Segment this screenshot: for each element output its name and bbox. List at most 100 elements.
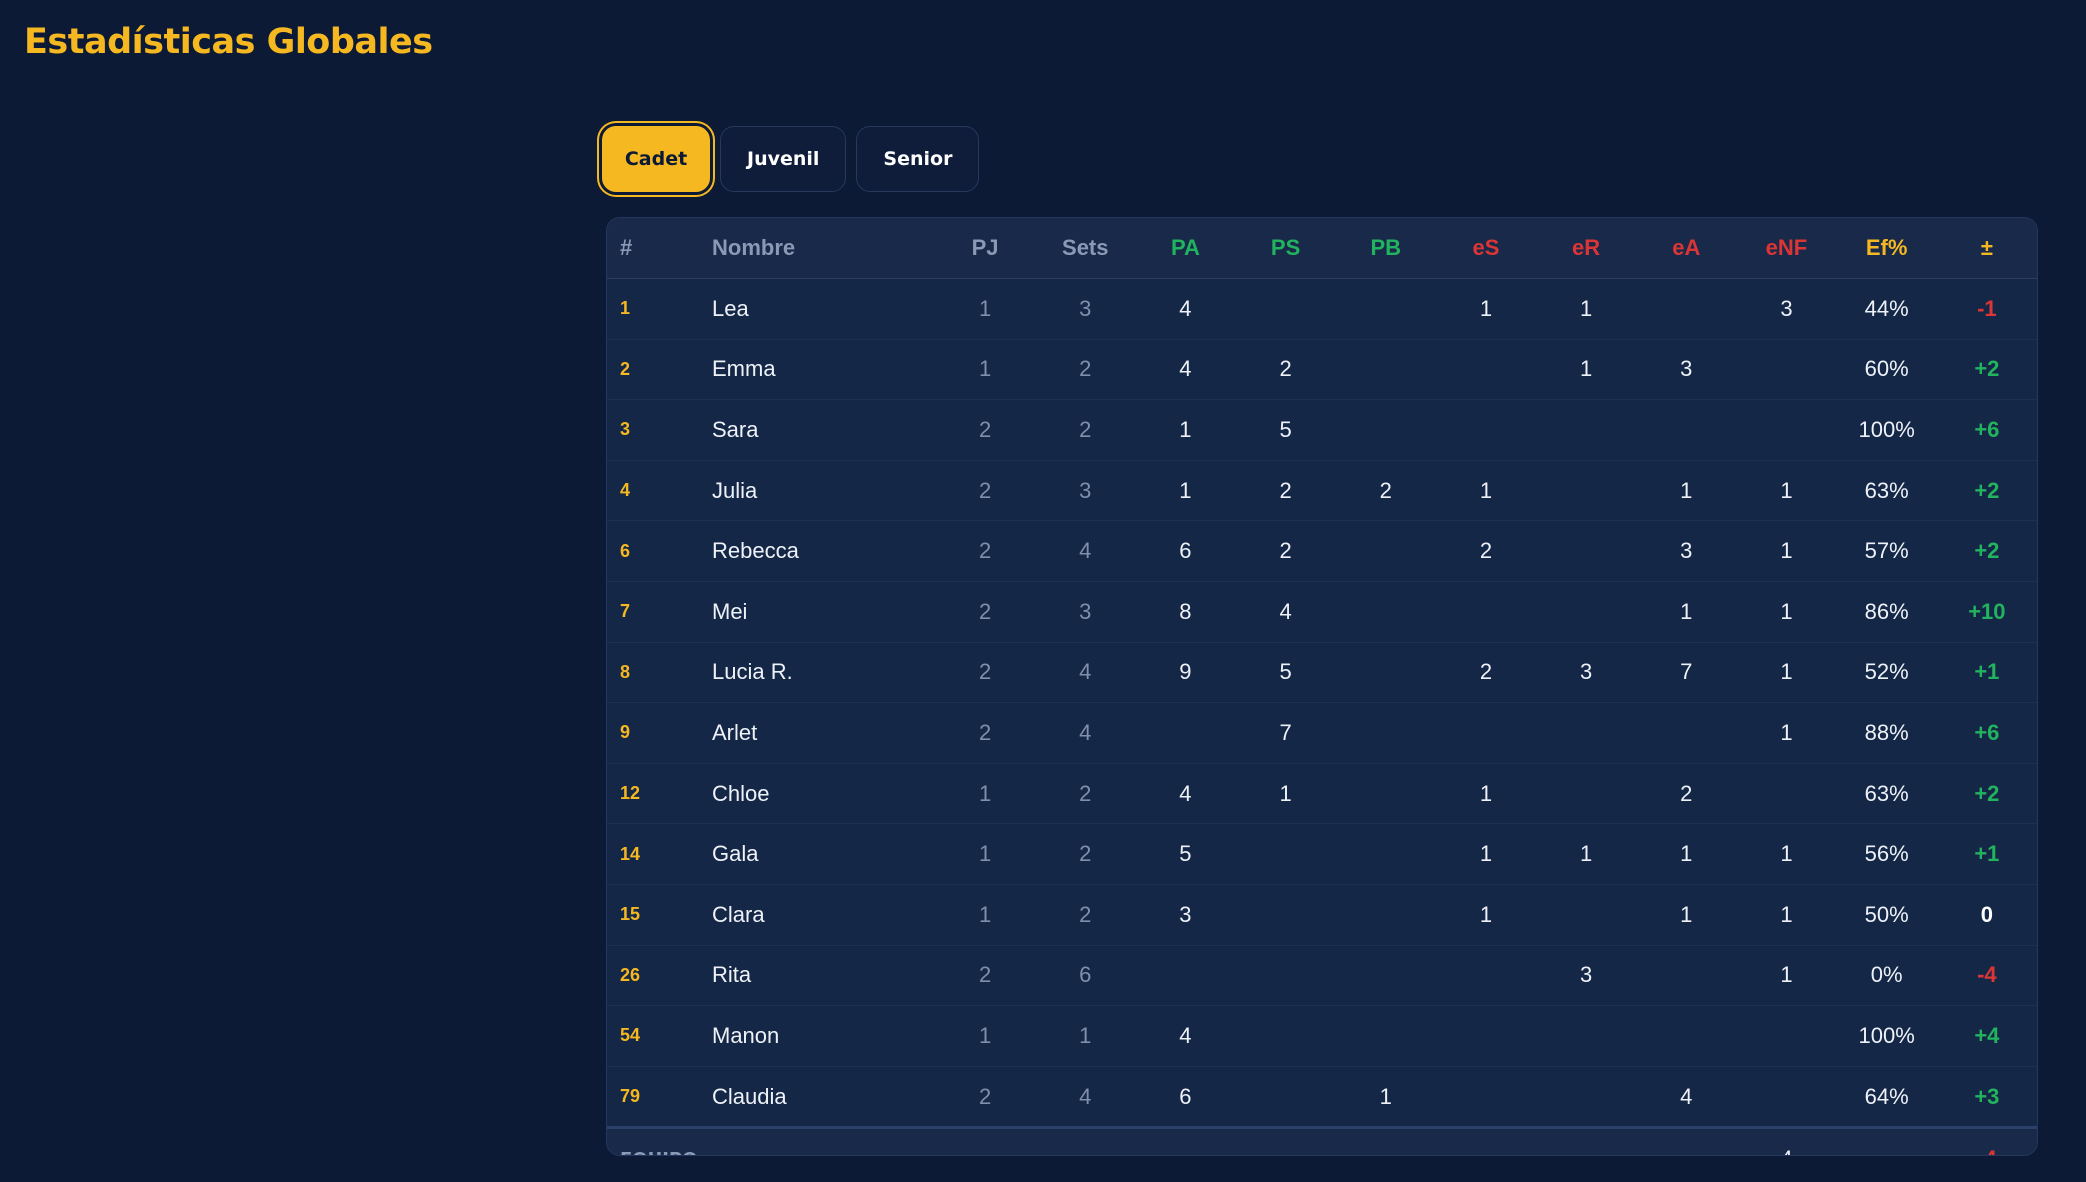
tab-senior[interactable]: Senior: [856, 126, 980, 192]
player-name: Emma: [712, 339, 935, 401]
cell-ps: 5: [1235, 399, 1336, 461]
table-row[interactable]: 6 Rebecca 2 4 6 2 2 3 1 57% +2: [607, 520, 2037, 582]
cell-sets: 6: [1035, 945, 1136, 1007]
cell-efficiency: 88%: [1836, 702, 1937, 764]
cell-er: 1: [1536, 823, 1637, 885]
team-cell: [935, 1126, 1036, 1155]
cell-es: 1: [1435, 823, 1537, 885]
col-header-es[interactable]: eS: [1435, 218, 1537, 279]
col-header-pb[interactable]: PB: [1335, 218, 1436, 279]
team-label: EQUIPO: [607, 1126, 712, 1155]
cell-efficiency: 63%: [1836, 460, 1937, 522]
cell-es: 2: [1435, 520, 1537, 582]
cell-ea: [1636, 945, 1737, 1007]
cell-pb: [1335, 339, 1436, 401]
cell-ps: [1235, 1066, 1336, 1129]
cell-ea: 1: [1636, 823, 1737, 885]
player-number: 12: [607, 763, 712, 825]
cell-pj: 2: [935, 520, 1036, 582]
cell-enf: 1: [1736, 581, 1837, 643]
cell-ps: 2: [1235, 460, 1336, 522]
team-cell: [1135, 1126, 1236, 1155]
cell-pa: 3: [1135, 884, 1236, 946]
cell-enf: [1736, 339, 1837, 401]
player-name: Arlet: [712, 702, 935, 764]
cell-efficiency: 56%: [1836, 823, 1937, 885]
player-name: Lucia R.: [712, 642, 935, 704]
cell-ps: [1235, 823, 1336, 885]
cell-pb: [1335, 884, 1436, 946]
cell-er: [1536, 763, 1637, 825]
cell-sets: 2: [1035, 763, 1136, 825]
cell-efficiency: 64%: [1836, 1066, 1937, 1129]
cell-ps: 2: [1235, 339, 1336, 401]
player-number: 3: [607, 399, 712, 461]
tab-cadet[interactable]: Cadet: [602, 126, 710, 192]
col-header-pa[interactable]: PA: [1135, 218, 1236, 279]
cell-ea: 7: [1636, 642, 1737, 704]
table-row[interactable]: 7 Mei 2 3 8 4 1 1 86% +10: [607, 581, 2037, 643]
table-row[interactable]: 15 Clara 1 2 3 1 1 1 50% 0: [607, 884, 2037, 946]
col-header-enf[interactable]: eNF: [1736, 218, 1837, 279]
cell-pa: 4: [1135, 278, 1236, 340]
cell-plus-minus: +2: [1936, 339, 2037, 401]
cell-sets: 4: [1035, 1066, 1136, 1129]
player-number: 15: [607, 884, 712, 946]
player-number: 1: [607, 278, 712, 340]
table-row[interactable]: 14 Gala 1 2 5 1 1 1 1 56% +1: [607, 823, 2037, 885]
cell-pa: 4: [1135, 339, 1236, 401]
col-header-ps[interactable]: PS: [1235, 218, 1336, 279]
table-row[interactable]: 2 Emma 1 2 4 2 1 3 60% +2: [607, 339, 2037, 401]
team-total-row: EQUIPO 4 -4: [607, 1126, 2037, 1155]
cell-es: 1: [1435, 278, 1537, 340]
player-number: 6: [607, 520, 712, 582]
cell-er: 1: [1536, 278, 1637, 340]
cell-efficiency: 57%: [1836, 520, 1937, 582]
cell-ea: [1636, 1005, 1737, 1067]
table-row[interactable]: 9 Arlet 2 4 7 1 88% +6: [607, 702, 2037, 764]
cell-pj: 1: [935, 278, 1036, 340]
cell-ps: 5: [1235, 642, 1336, 704]
table-row[interactable]: 79 Claudia 2 4 6 1 4 64% +3: [607, 1066, 2037, 1129]
player-name: Chloe: [712, 763, 935, 825]
cell-es: 2: [1435, 642, 1537, 704]
col-header-ea[interactable]: eA: [1636, 218, 1737, 279]
cell-sets: 2: [1035, 339, 1136, 401]
table-row[interactable]: 3 Sara 2 2 1 5 100% +6: [607, 399, 2037, 461]
tab-juvenil[interactable]: Juvenil: [720, 126, 847, 192]
table-row[interactable]: 8 Lucia R. 2 4 9 5 2 3 7 1 52% +1: [607, 642, 2037, 704]
col-header-pj[interactable]: PJ: [935, 218, 1036, 279]
table-row[interactable]: 4 Julia 2 3 1 2 2 1 1 1 63% +2: [607, 460, 2037, 522]
col-header-er[interactable]: eR: [1536, 218, 1637, 279]
table-row[interactable]: 54 Manon 1 1 4 100% +4: [607, 1005, 2037, 1067]
cell-pb: [1335, 823, 1436, 885]
cell-pa: 4: [1135, 1005, 1236, 1067]
cell-er: [1536, 460, 1637, 522]
cell-pj: 2: [935, 642, 1036, 704]
col-header-efficiency[interactable]: Ef%: [1836, 218, 1937, 279]
col-header-name[interactable]: Nombre: [712, 218, 935, 279]
table-row[interactable]: 26 Rita 2 6 3 1 0% -4: [607, 945, 2037, 1007]
cell-pb: [1335, 1005, 1436, 1067]
cell-plus-minus: -4: [1936, 945, 2037, 1007]
col-header-plus-minus[interactable]: ±: [1936, 218, 2037, 279]
cell-pa: 6: [1135, 520, 1236, 582]
col-header-number[interactable]: #: [607, 218, 712, 279]
cell-plus-minus: +3: [1936, 1066, 2037, 1129]
col-header-sets[interactable]: Sets: [1035, 218, 1136, 279]
team-cell: [1035, 1126, 1136, 1155]
stats-table-container: # Nombre PJ Sets PA PS PB eS eR eA eNF E…: [606, 217, 2038, 1156]
cell-ps: 7: [1235, 702, 1336, 764]
cell-sets: 4: [1035, 702, 1136, 764]
cell-pb: [1335, 581, 1436, 643]
cell-efficiency: 0%: [1836, 945, 1937, 1007]
cell-sets: 2: [1035, 823, 1136, 885]
cell-es: 1: [1435, 460, 1537, 522]
cell-er: [1536, 1066, 1637, 1129]
table-row[interactable]: 12 Chloe 1 2 4 1 1 2 63% +2: [607, 763, 2037, 825]
player-name: Lea: [712, 278, 935, 340]
cell-er: [1536, 884, 1637, 946]
table-row[interactable]: 1 Lea 1 3 4 1 1 3 44% -1: [607, 278, 2037, 340]
player-name: Manon: [712, 1005, 935, 1067]
cell-er: [1536, 399, 1637, 461]
